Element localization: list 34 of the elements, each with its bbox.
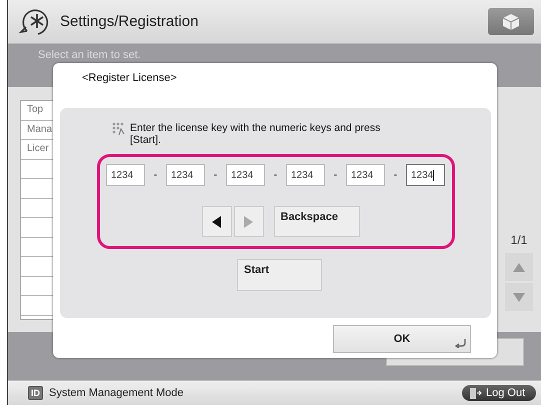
keypad-icon bbox=[112, 122, 126, 136]
up-arrow-icon bbox=[513, 262, 525, 272]
key-field[interactable]: 1234 bbox=[166, 164, 205, 186]
key-field[interactable]: 1234 bbox=[106, 164, 145, 186]
screen-title: Settings/Registration bbox=[60, 13, 200, 30]
cursor-left-button[interactable] bbox=[202, 206, 232, 237]
ok-button[interactable]: OK bbox=[333, 325, 471, 353]
left-arrow-icon bbox=[212, 216, 221, 228]
instruction-text: Enter the license key with the numeric keys and press [Start]. bbox=[130, 122, 382, 146]
scroll-down-button[interactable] bbox=[505, 283, 533, 311]
page-counter: 1/1 bbox=[510, 233, 528, 247]
dialog-title: <Register License> bbox=[81, 71, 178, 86]
key-field[interactable]: 1234 bbox=[346, 164, 385, 186]
cube-button[interactable] bbox=[488, 8, 534, 35]
mode-label: System Management Mode bbox=[49, 387, 185, 399]
start-button[interactable]: Start bbox=[237, 259, 322, 291]
separator-dash: - bbox=[152, 169, 158, 181]
id-badge: ID bbox=[28, 386, 43, 400]
exit-door-icon bbox=[470, 388, 482, 398]
key-field[interactable]: 1234 bbox=[406, 164, 445, 186]
backspace-button[interactable]: Backspace bbox=[274, 206, 360, 237]
right-arrow-icon bbox=[244, 216, 253, 228]
separator-dash: - bbox=[332, 169, 338, 181]
instruction-text: Select an item to set. bbox=[38, 49, 141, 61]
cube-icon bbox=[502, 12, 520, 30]
scroll-up-button[interactable] bbox=[505, 253, 533, 281]
down-arrow-icon bbox=[513, 292, 525, 302]
key-field[interactable]: 1234 bbox=[226, 164, 265, 186]
key-field[interactable]: 1234 bbox=[286, 164, 325, 186]
return-icon bbox=[455, 339, 466, 348]
separator-dash: - bbox=[272, 169, 278, 181]
logout-button[interactable]: Log Out bbox=[462, 385, 536, 401]
separator-dash: - bbox=[392, 169, 398, 181]
separator-dash: - bbox=[212, 169, 218, 181]
